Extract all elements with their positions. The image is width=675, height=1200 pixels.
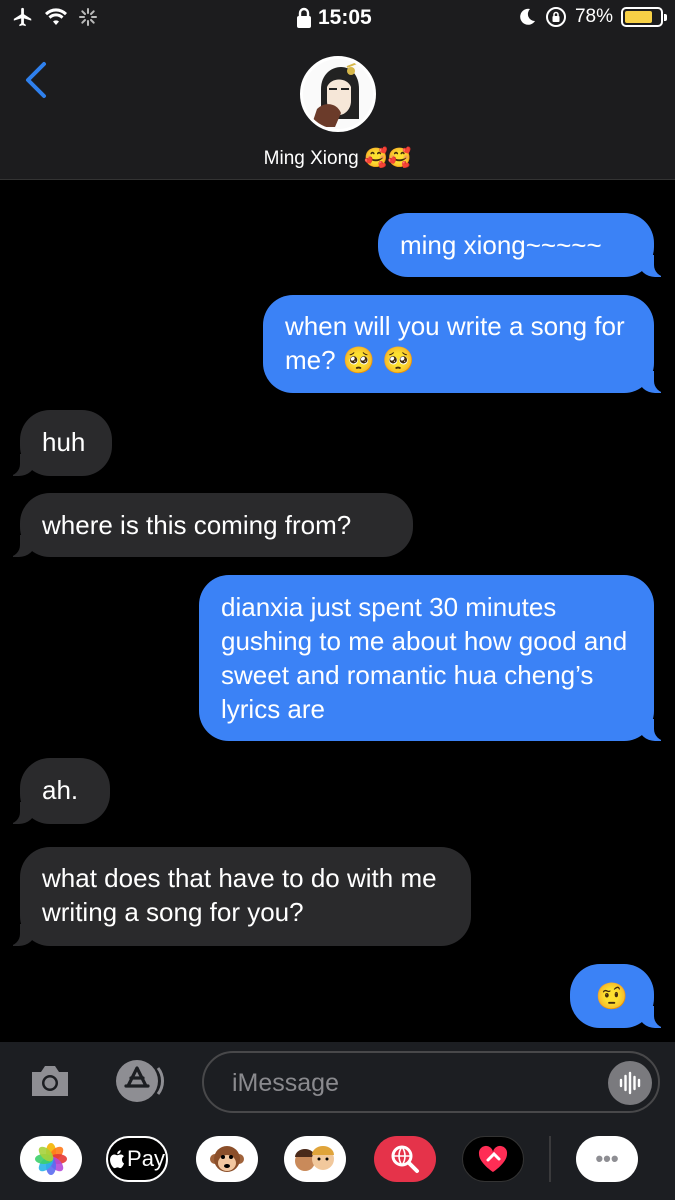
message-bubble-outgoing[interactable]: 🤨 <box>570 964 670 1028</box>
airplane-icon <box>13 7 32 27</box>
lock-icon <box>297 7 311 28</box>
message-bubble-incoming[interactable]: ah. <box>4 758 110 824</box>
apple-pay-button[interactable]: Pay <box>106 1136 168 1182</box>
message-bubble-incoming[interactable]: huh <box>4 410 112 476</box>
moon-icon <box>520 8 535 25</box>
wifi-icon <box>45 8 67 25</box>
memoji-app-button[interactable] <box>284 1136 346 1182</box>
rotation-lock-icon <box>545 7 566 27</box>
message-bubble-outgoing[interactable]: ming xiong~~~~~ <box>378 213 670 277</box>
digital-touch-app-button[interactable] <box>462 1136 524 1182</box>
message-bubble-incoming[interactable]: where is this coming from? <box>4 493 413 557</box>
apple-pay-label: Pay <box>127 1146 165 1171</box>
web-search-app-button[interactable] <box>374 1136 436 1182</box>
compose-bar: iMessage <box>0 1042 675 1122</box>
memoji-icon <box>295 1146 334 1171</box>
digital-touch-icon <box>478 1145 508 1172</box>
camera-icon[interactable] <box>28 1062 72 1100</box>
audio-waveform-icon[interactable] <box>608 1061 652 1105</box>
battery-percent: 78% <box>574 6 613 27</box>
app-drawer: Pay ••• <box>0 1122 675 1200</box>
animoji-icon <box>210 1146 244 1172</box>
app-store-icon[interactable] <box>114 1058 170 1104</box>
drawer-divider <box>549 1136 551 1182</box>
status-time: 15:05 <box>318 6 372 29</box>
status-left-icons <box>12 6 98 28</box>
activity-spinner-icon <box>79 8 97 26</box>
status-right: 78% <box>517 6 667 28</box>
battery-icon <box>621 7 667 27</box>
photos-icon <box>35 1143 67 1175</box>
message-bubble-incoming[interactable]: what does that have to do with me writin… <box>4 847 471 946</box>
contact-name[interactable]: Ming Xiong 🥰🥰 <box>0 146 675 170</box>
avatar-illustration <box>303 59 373 129</box>
message-input[interactable]: iMessage <box>202 1051 660 1113</box>
apple-pay-icon <box>110 1150 125 1169</box>
photos-app-button[interactable] <box>20 1136 82 1182</box>
status-bar: 15:05 78% <box>0 0 675 38</box>
contact-avatar[interactable] <box>300 56 376 132</box>
back-chevron-icon[interactable] <box>20 60 50 100</box>
more-apps-icon: ••• <box>595 1146 619 1171</box>
message-bubble-outgoing[interactable]: dianxia just spent 30 minutes gushing to… <box>199 575 670 741</box>
message-input-placeholder: iMessage <box>232 1069 339 1097</box>
more-apps-button[interactable]: ••• <box>576 1136 638 1182</box>
message-bubble-outgoing[interactable]: when will you write a song for me? 🥺 🥺 <box>263 295 670 393</box>
status-center: 15:05 <box>296 6 372 30</box>
conversation-header: Ming Xiong 🥰🥰 <box>0 38 675 180</box>
web-search-icon <box>391 1145 419 1173</box>
animoji-app-button[interactable] <box>196 1136 258 1182</box>
